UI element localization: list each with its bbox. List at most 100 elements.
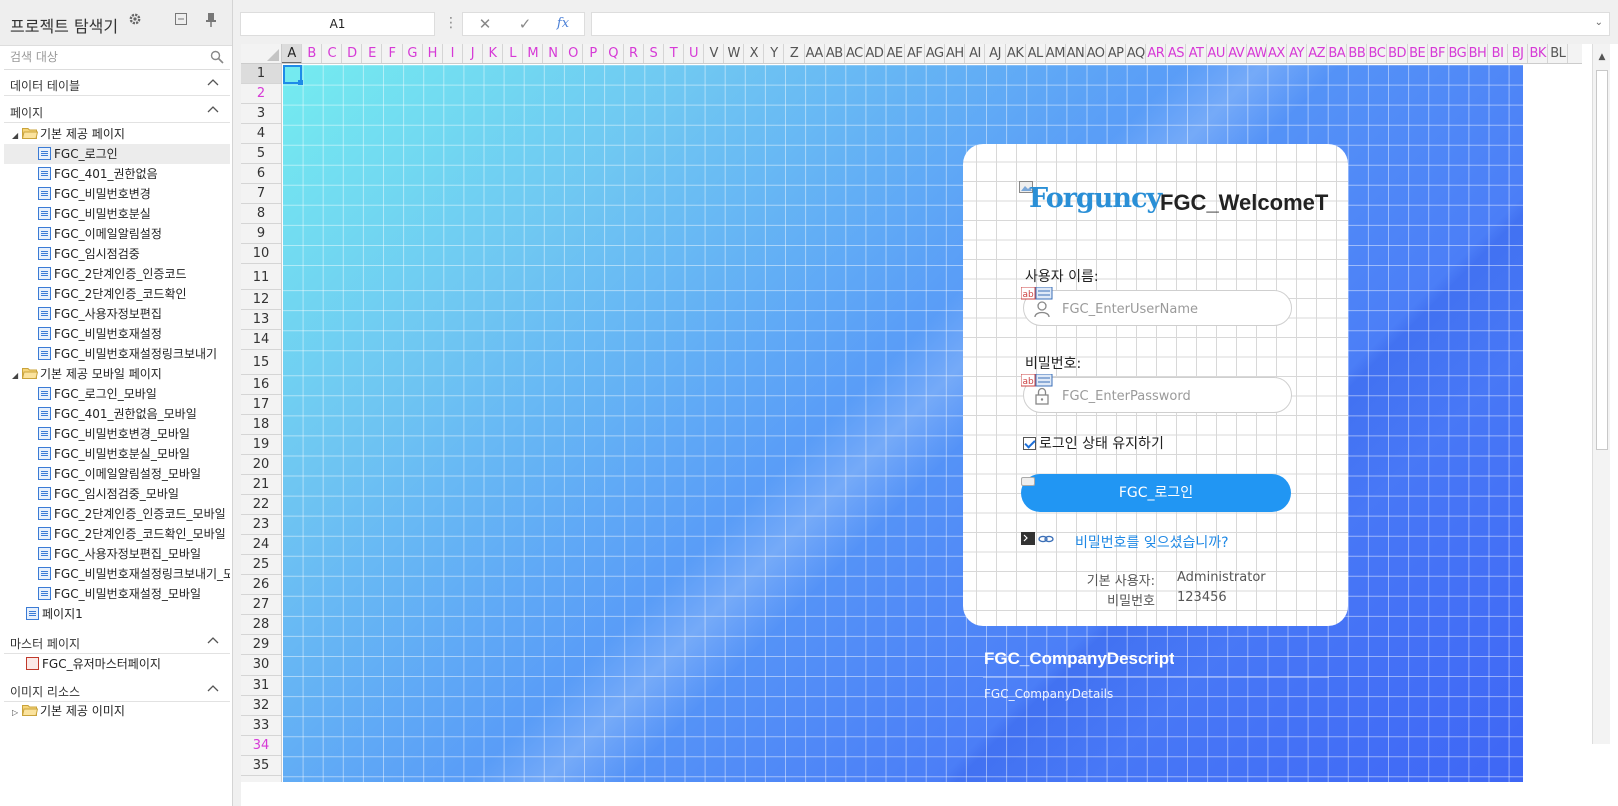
column-header[interactable]: Q <box>604 44 624 63</box>
row-header[interactable]: 10 <box>241 244 281 265</box>
column-header[interactable]: AK <box>1006 44 1026 63</box>
active-cell-selection[interactable] <box>283 65 303 85</box>
row-header[interactable]: 7 <box>241 184 281 205</box>
tree-page[interactable]: FGC_비밀번호재설정 <box>4 324 230 344</box>
column-header[interactable]: AU <box>1207 44 1227 63</box>
column-header[interactable]: K <box>483 44 504 63</box>
page-canvas[interactable]: Forguncy FGC_WelcomeT 사용자 이름: ab 비밀번호: a… <box>283 65 1523 783</box>
column-header[interactable]: AS <box>1166 44 1187 63</box>
checkbox-checked-icon[interactable] <box>1023 437 1036 450</box>
tree-page[interactable]: FGC_비밀번호변경_모바일 <box>4 424 230 444</box>
column-header[interactable]: BB <box>1347 44 1368 63</box>
vertical-scrollbar[interactable]: ▲ <box>1592 44 1610 744</box>
section-image-resources[interactable]: 이미지 리소스 <box>4 678 230 702</box>
tree-page[interactable]: FGC_401_권한없음_모바일 <box>4 404 230 424</box>
scroll-up-icon[interactable]: ▲ <box>1596 52 1608 64</box>
tree-page[interactable]: FGC_비밀번호변경 <box>4 184 230 204</box>
row-header[interactable]: 32 <box>241 696 281 716</box>
row-header[interactable]: 16 <box>241 375 281 395</box>
column-header[interactable]: C <box>322 44 343 63</box>
column-header[interactable]: BI <box>1488 44 1509 63</box>
column-header[interactable]: AI <box>965 44 986 63</box>
row-header[interactable]: 29 <box>241 635 281 656</box>
row-header[interactable]: 4 <box>241 124 281 145</box>
row-header[interactable]: 15 <box>241 350 281 375</box>
column-header[interactable]: P <box>584 44 604 63</box>
column-header[interactable]: BG <box>1448 44 1468 63</box>
column-header[interactable]: AG <box>925 44 946 63</box>
spreadsheet-grid[interactable]: A B C D E F G H I J K L M N O P Q R S T U V W X Y Z AA AB AC AD AE AF AG… <box>241 44 1618 806</box>
row-header[interactable]: 8 <box>241 204 281 225</box>
scrollbar-thumb[interactable] <box>1596 70 1608 450</box>
row-header[interactable]: 9 <box>241 224 281 245</box>
insert-function-button[interactable]: fx <box>545 13 581 35</box>
column-header[interactable]: W <box>724 44 745 63</box>
column-header[interactable]: AB <box>825 44 845 63</box>
column-header[interactable]: AX <box>1267 44 1287 63</box>
row-header[interactable]: 1 <box>241 64 281 85</box>
explorer-search[interactable] <box>4 46 230 70</box>
section-data-tables[interactable]: 데이터 테이블 <box>4 72 230 96</box>
row-header[interactable]: 26 <box>241 575 281 596</box>
column-header[interactable]: AC <box>845 44 865 63</box>
column-header[interactable]: BL <box>1548 44 1569 63</box>
column-header[interactable]: R <box>624 44 644 63</box>
column-header[interactable]: BE <box>1408 44 1428 63</box>
column-header[interactable]: AZ <box>1307 44 1328 63</box>
row-header[interactable]: 19 <box>241 435 281 455</box>
column-header[interactable]: AL <box>1026 44 1046 63</box>
tree-folder[interactable]: ◢ 기본 제공 페이지 <box>4 124 230 144</box>
column-header[interactable]: X <box>744 44 765 63</box>
remember-me-checkbox[interactable]: 로그인 상태 유지하기 <box>1023 434 1164 454</box>
expand-formula-icon[interactable]: ⌄ <box>1595 17 1603 28</box>
tree-folder[interactable]: ◢ 기본 제공 모바일 페이지 <box>4 364 230 384</box>
tree-page[interactable]: FGC_로그인_모바일 <box>4 384 230 404</box>
column-header[interactable]: H <box>423 44 443 63</box>
tree-page[interactable]: FGC_2단계인증_코드확인_모바일 <box>4 524 230 544</box>
collapsed-arrow-icon[interactable]: ▷ <box>12 703 22 721</box>
tree-page[interactable]: FGC_임시점검중_모바일 <box>4 484 230 504</box>
column-header[interactable]: BK <box>1528 44 1549 63</box>
tree-page[interactable]: FGC_비밀번호재설정링크보내기_모 <box>4 564 230 584</box>
password-input[interactable] <box>1062 386 1282 406</box>
row-header[interactable]: 30 <box>241 655 281 676</box>
column-header[interactable]: D <box>342 44 363 63</box>
column-header[interactable]: AT <box>1187 44 1207 63</box>
column-header[interactable]: BD <box>1388 44 1408 63</box>
select-all-corner[interactable] <box>241 44 282 64</box>
tree-page[interactable]: FGC_2단계인증_인증코드 <box>4 264 230 284</box>
column-header[interactable]: AO <box>1086 44 1107 63</box>
chevron-up-icon[interactable] <box>206 634 220 648</box>
column-header[interactable]: AA <box>805 44 825 63</box>
column-header[interactable]: AM <box>1046 44 1066 63</box>
tree-page[interactable]: FGC_이메일알림설정 <box>4 224 230 244</box>
row-header[interactable]: 23 <box>241 515 281 536</box>
row-header[interactable]: 6 <box>241 164 281 185</box>
tree-page[interactable]: FGC_사용자정보편집 <box>4 304 230 324</box>
tree-page[interactable]: FGC_비밀번호분실_모바일 <box>4 444 230 464</box>
chevron-up-icon[interactable] <box>206 682 220 696</box>
row-header[interactable]: 5 <box>241 144 281 165</box>
username-field[interactable]: ab <box>1021 287 1292 326</box>
column-header[interactable]: BC <box>1367 44 1388 63</box>
column-header[interactable]: AH <box>945 44 966 63</box>
column-header[interactable]: S <box>644 44 664 63</box>
column-header[interactable]: AD <box>865 44 885 63</box>
cell-name-box[interactable]: A1 <box>240 12 435 36</box>
row-header[interactable]: 18 <box>241 415 281 435</box>
tree-folder[interactable]: ▷ 기본 제공 이미지 <box>4 701 230 721</box>
forgot-password-link[interactable]: 비밀번호를 잊으셨습니까? <box>1075 532 1229 552</box>
column-header[interactable]: L <box>503 44 524 63</box>
tree-page[interactable]: FGC_2단계인증_코드확인 <box>4 284 230 304</box>
tree-page[interactable]: FGC_비밀번호분실 <box>4 204 230 224</box>
column-header[interactable]: J <box>463 44 483 63</box>
column-header[interactable]: Y <box>764 44 785 63</box>
tree-master-page[interactable]: FGC_유저마스터페이지 <box>4 654 230 674</box>
column-header[interactable]: AN <box>1066 44 1086 63</box>
cancel-edit-button[interactable]: ✕ <box>467 13 503 35</box>
column-header[interactable]: AW <box>1247 44 1267 63</box>
chevron-up-icon[interactable] <box>206 103 220 117</box>
column-header[interactable]: BF <box>1428 44 1448 63</box>
column-header[interactable]: G <box>403 44 423 63</box>
row-header[interactable]: 17 <box>241 395 281 415</box>
